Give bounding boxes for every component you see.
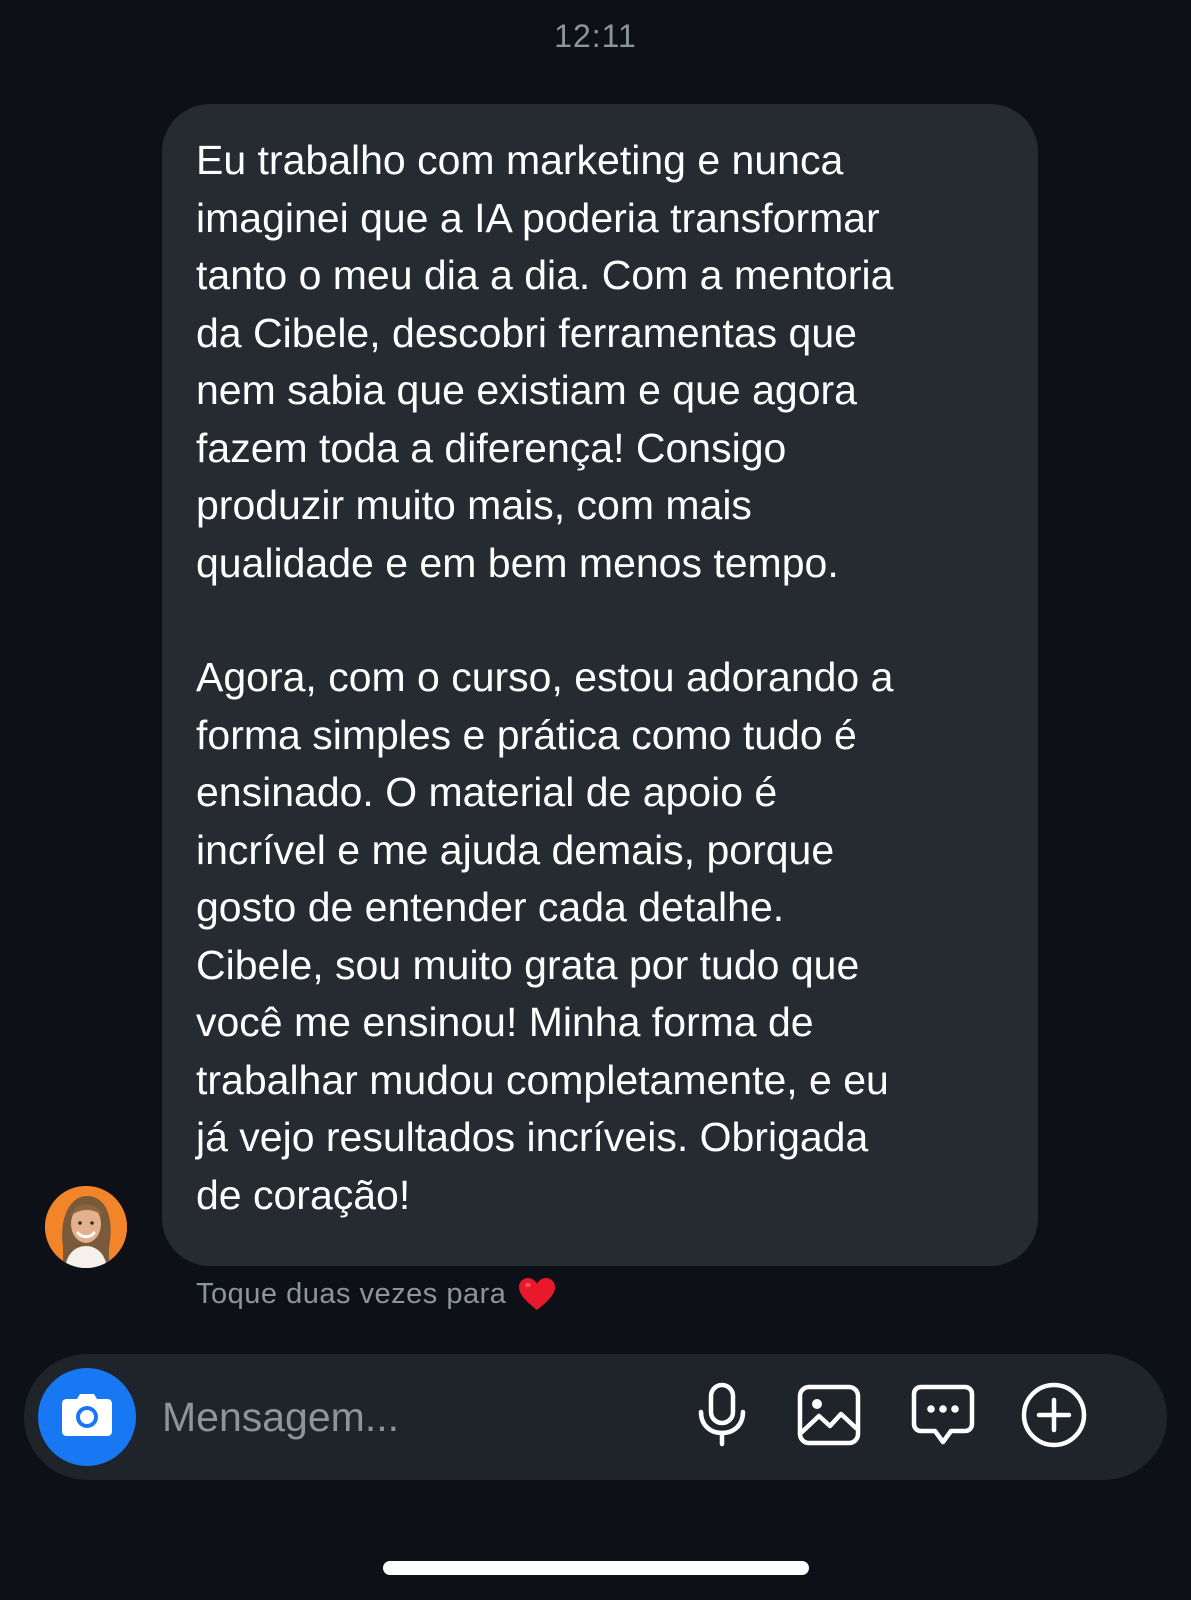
heart-icon: [518, 1277, 556, 1311]
chat-options-button[interactable]: [910, 1384, 976, 1450]
message-timestamp: 12:11: [554, 18, 637, 54]
camera-button[interactable]: [38, 1368, 136, 1466]
message-input[interactable]: [162, 1384, 642, 1450]
camera-icon: [61, 1393, 113, 1442]
gallery-button[interactable]: [796, 1384, 862, 1450]
double-tap-hint: Toque duas vezes para: [196, 1277, 556, 1311]
image-icon: [797, 1384, 861, 1451]
plus-circle-icon: [1021, 1382, 1087, 1453]
microphone-icon: [695, 1382, 749, 1453]
more-options-button[interactable]: [1021, 1382, 1087, 1453]
microphone-button[interactable]: [689, 1382, 755, 1453]
message-bubble[interactable]: Eu trabalho com marketing e nunca imagin…: [162, 104, 1038, 1266]
home-indicator[interactable]: [383, 1561, 809, 1575]
double-tap-hint-text: Toque duas vezes para: [196, 1277, 507, 1310]
chat-bubble-icon: [911, 1384, 975, 1451]
message-composer: [24, 1354, 1167, 1480]
message-paragraph-1: Eu trabalho com marketing e nunca imagin…: [196, 137, 894, 586]
message-paragraph-2: Agora, com o curso, estou adorando a for…: [196, 654, 894, 1218]
sender-avatar[interactable]: [45, 1186, 127, 1268]
